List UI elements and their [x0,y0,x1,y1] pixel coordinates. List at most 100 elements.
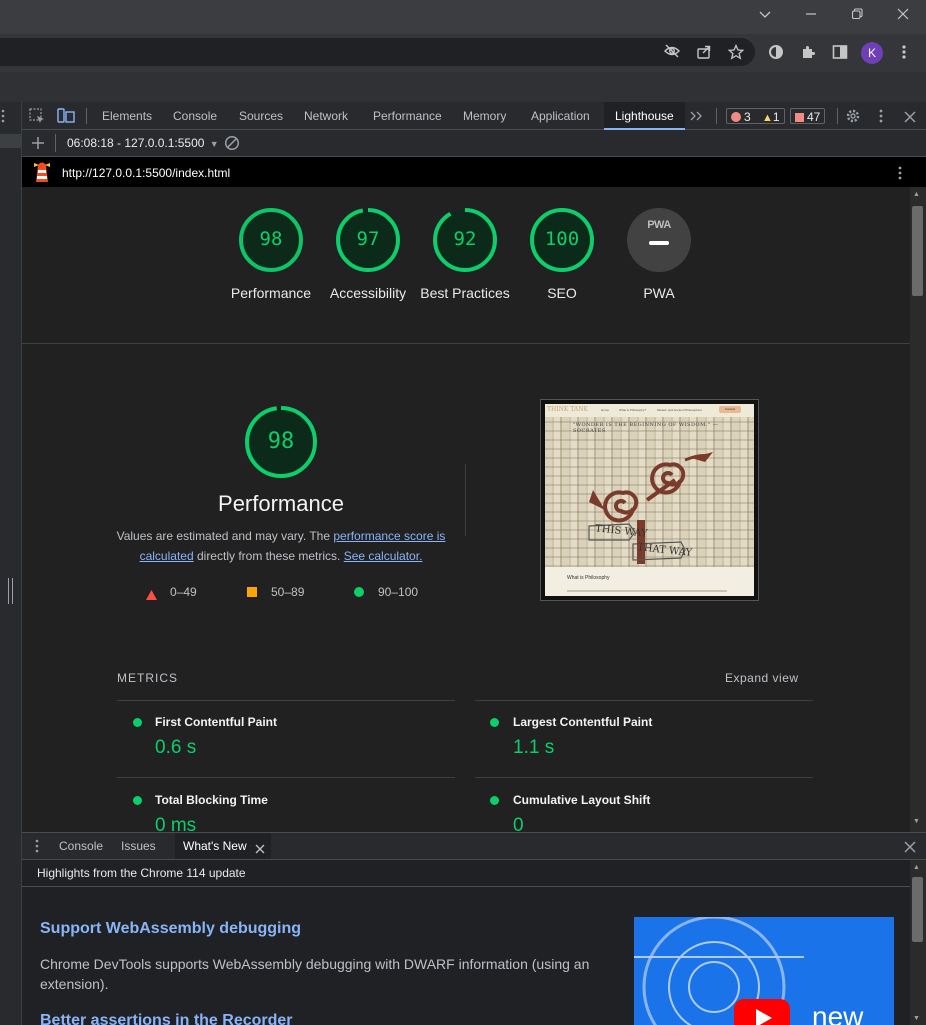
errors-badge[interactable]: 3 ▲1 [726,108,785,124]
gauge-label: SEO [547,285,577,301]
screenshot-paragraph-line [567,590,727,592]
gauge-score: 98 [259,228,283,250]
metric-value-tbt: 0 ms [155,815,197,832]
gauge-score: 97 [356,228,380,250]
tab-performance[interactable]: Performance [365,102,450,130]
gauge-accessibility[interactable]: 97 [335,207,401,273]
tab-application[interactable]: Application [523,102,598,130]
drawer-scroll-up-icon[interactable]: ▲ [913,864,920,871]
settings-gear-icon[interactable] [845,108,861,129]
gauge-seo[interactable]: 100 [529,207,595,273]
lh-separator [55,134,56,152]
lighthouse-report: 98 Performance 97 Accessibility 92 Best … [22,187,910,832]
kebab-menu-icon[interactable] [895,44,913,62]
metric-value-lcp: 1.1 s [513,737,555,758]
metric-divider [117,777,455,778]
desc-text: directly from these metrics. [193,549,344,563]
chevron-down-icon[interactable] [753,5,777,25]
report-menu-icon[interactable] [898,165,902,186]
close-tab-icon[interactable] [255,841,265,859]
drawer-tab-console[interactable]: Console [51,833,111,859]
performance-gauge-large: 98 [244,405,318,479]
scroll-up-icon[interactable]: ▲ [913,191,920,198]
viewport-tab-fragment [0,134,22,148]
gauge-label: Performance [230,285,312,301]
pwa-dash-icon [649,241,669,245]
whats-new-highlights: Highlights from the Chrome 114 update [22,860,910,887]
warning-icon: ▲ [762,112,773,124]
gauge-pwa[interactable]: PWA [627,208,691,272]
eye-off-icon[interactable] [663,44,681,62]
whats-new-video-thumbnail[interactable]: new [634,917,894,1025]
close-drawer-icon[interactable] [904,840,916,858]
side-panel-icon[interactable] [831,44,849,62]
drawer-scroll-thumb[interactable] [912,877,923,942]
pass-circle-icon [354,587,364,597]
new-report-plus-icon[interactable] [31,136,45,155]
pass-dot-icon [490,796,499,805]
share-icon[interactable] [695,44,713,62]
gauge-performance[interactable]: 98 [238,207,304,273]
report-scroll-thumb[interactable] [912,206,923,296]
tabbar-separator [86,108,87,124]
tab-network[interactable]: Network [296,102,356,130]
metric-name-lcp: Largest Contentful Paint [513,715,653,729]
metric-name-cls: Cumulative Layout Shift [513,793,651,807]
close-icon[interactable] [891,5,915,25]
legend-pass: 90–100 [378,585,419,599]
tab-lighthouse[interactable]: Lighthouse [604,102,685,130]
devtools-menu-icon[interactable] [879,108,883,129]
more-dots-icon[interactable] [1,108,5,124]
vertical-divider [465,464,466,536]
drawer-menu-icon[interactable] [35,839,39,858]
bookmark-star-icon[interactable] [727,43,745,62]
clear-block-icon[interactable] [224,135,240,156]
issues-badge[interactable]: 47 [790,108,826,124]
gauge-score: 100 [544,228,580,250]
minimize-icon[interactable] [799,5,823,25]
metric-value-fcp: 0.6 s [155,737,197,758]
expand-view-toggle[interactable]: Expand view [725,671,799,685]
errors-count: 3 [744,110,751,124]
profile-avatar[interactable]: K [861,42,883,64]
error-icon [731,112,741,122]
puzzle-icon[interactable] [799,44,817,62]
whats-new-item-title[interactable]: Better assertions in the Recorder [40,1012,293,1025]
screenshot-nav-item: What is Philosophy? [619,408,647,412]
gauge-score: 92 [453,228,477,250]
legend-fail: 0–49 [170,585,197,599]
report-run-label: 06:08:18 - 127.0.0.1:5500 [67,136,205,150]
restore-icon[interactable] [845,5,869,25]
report-run-select[interactable]: 06:08:18 - 127.0.0.1:5500 ▼ [67,136,219,150]
see-calculator-link[interactable]: See calculator. [344,549,423,563]
whats-new-item-body: Chrome DevTools supports WebAssembly deb… [40,956,590,992]
gauge-best-practices[interactable]: 92 [432,207,498,273]
tab-memory[interactable]: Memory [455,102,514,130]
drawer-tab-issues[interactable]: Issues [113,833,164,859]
whats-new-item-title[interactable]: Support WebAssembly debugging [40,920,301,938]
fail-triangle-icon [146,587,157,605]
screenshot-page: THINK TANK Home What is Philosophy? Mode… [545,404,754,596]
resize-handle[interactable] [8,578,13,604]
device-toolbar-icon[interactable] [57,108,75,129]
close-devtools-icon[interactable] [904,110,916,128]
more-tabs-chevron-icon[interactable] [689,109,703,125]
report-url[interactable]: http://127.0.0.1:5500/index.html [62,166,230,180]
scroll-down-icon[interactable]: ▼ [913,818,920,825]
issue-flag-icon [795,113,804,122]
tab-sources[interactable]: Sources [231,102,291,130]
inspect-element-icon[interactable] [29,108,46,130]
lighthouse-logo-icon [33,161,51,183]
address-bar[interactable] [0,38,755,66]
gauge-label: PWA [643,285,675,301]
video-caption: new [812,1001,864,1025]
metric-divider [475,777,813,778]
tab-elements[interactable]: Elements [94,102,160,130]
tab-console[interactable]: Console [165,102,225,130]
performance-description: Values are estimated and may vary. The p… [110,526,452,566]
drawer-scroll-down-icon[interactable]: ▼ [913,1015,920,1022]
performance-score: 98 [267,429,295,454]
final-screenshot[interactable]: THINK TANK Home What is Philosophy? Mode… [540,399,759,601]
extension-circle-icon[interactable] [767,44,785,62]
screenshot-site-name: THINK TANK [547,406,588,413]
